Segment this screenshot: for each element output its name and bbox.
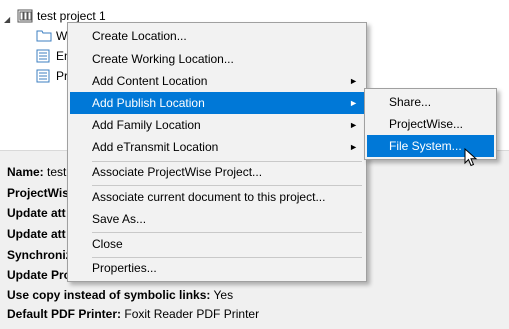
property-row: Use copy instead of symbolic links: Yes — [7, 288, 234, 302]
menu-item-close[interactable]: Close — [70, 233, 364, 255]
submenu-arrow-icon: ► — [349, 76, 358, 86]
submenu-arrow-icon: ► — [349, 98, 358, 108]
submenu-arrow-icon: ► — [349, 142, 358, 152]
property-row: Update att — [7, 206, 66, 220]
property-row: Update Pro — [7, 268, 72, 282]
property-row: Default PDF Printer: Foxit Reader PDF Pr… — [7, 307, 260, 321]
menu-item-add-content-location[interactable]: Add Content Location ► — [70, 70, 364, 92]
menu-item-add-etransmit-location[interactable]: Add eTransmit Location ► — [70, 136, 364, 158]
menu-item-associate-current-document[interactable]: Associate current document to this proje… — [70, 186, 364, 208]
tree-item-label: W — [56, 29, 68, 43]
property-row: Update att — [7, 227, 66, 241]
menu-item-create-working-location[interactable]: Create Working Location... — [70, 48, 364, 70]
menu-item-associate-projectwise-project[interactable]: Associate ProjectWise Project... — [70, 161, 364, 183]
property-row: Synchroniz — [7, 248, 72, 262]
property-row: ProjectWis — [7, 186, 69, 200]
submenu-item-projectwise[interactable]: ProjectWise... — [367, 113, 494, 135]
menu-item-save-as[interactable]: Save As... — [70, 208, 364, 230]
menu-item-add-publish-location[interactable]: Add Publish Location ► — [70, 92, 364, 114]
submenu-item-share[interactable]: Share... — [367, 91, 494, 113]
menu-item-create-location[interactable]: Create Location... — [70, 25, 364, 47]
property-row: Name: test — [7, 165, 67, 179]
mouse-pointer-icon — [464, 147, 478, 171]
project-icon — [17, 9, 33, 28]
submenu-arrow-icon: ► — [349, 120, 358, 130]
document-icon — [36, 49, 50, 68]
document-icon — [36, 69, 50, 88]
menu-item-properties[interactable]: Properties... — [70, 257, 364, 279]
context-menu: Create Location... Create Working Locati… — [67, 22, 367, 282]
folder-icon — [36, 29, 52, 47]
expand-triangle-icon[interactable]: ◢ — [4, 11, 10, 29]
menu-item-add-family-location[interactable]: Add Family Location ► — [70, 114, 364, 136]
